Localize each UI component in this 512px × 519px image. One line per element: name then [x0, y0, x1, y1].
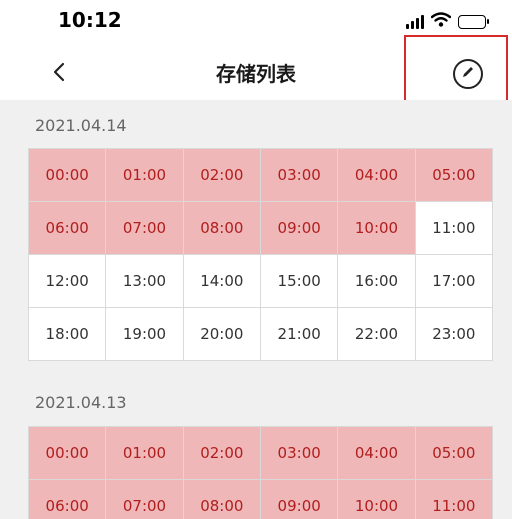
hour-grid: 00:00 01:00 02:00 03:00 04:00 05:00 06:00 07:00…	[28, 148, 493, 361]
hour-slot[interactable]: 03:00	[261, 149, 339, 202]
date-label: 2021.04.13	[35, 393, 127, 412]
battery-icon	[458, 14, 489, 29]
hour-slot[interactable]: 00:00	[29, 427, 107, 480]
hour-slot[interactable]: 09:00	[261, 202, 339, 255]
signal-icon	[406, 14, 424, 29]
hour-slot[interactable]: 07:00	[106, 202, 184, 255]
hour-slot[interactable]: 20:00	[183, 308, 261, 361]
status-time: 10:12	[58, 8, 122, 32]
hour-slot[interactable]: 05:00	[415, 149, 493, 202]
hour-slot[interactable]: 06:00	[29, 202, 107, 255]
hour-slot[interactable]: 17:00	[415, 255, 493, 308]
hour-slot[interactable]: 10:00	[338, 480, 416, 519]
hour-slot[interactable]: 00:00	[29, 149, 107, 202]
hour-slot[interactable]: 07:00	[106, 480, 184, 519]
hour-slot[interactable]: 21:00	[261, 308, 339, 361]
hour-slot[interactable]: 23:00	[415, 308, 493, 361]
hour-slot[interactable]: 10:00	[338, 202, 416, 255]
edit-button[interactable]	[453, 59, 483, 89]
hour-slot[interactable]: 13:00	[106, 255, 184, 308]
page-title: 存储列表	[216, 62, 296, 86]
hour-slot[interactable]: 03:00	[261, 427, 339, 480]
hour-slot[interactable]: 02:00	[183, 149, 261, 202]
hour-slot[interactable]: 04:00	[338, 427, 416, 480]
hour-slot[interactable]: 04:00	[338, 149, 416, 202]
hour-slot[interactable]: 18:00	[29, 308, 107, 361]
storage-list: 2021.04.14 00:00 01:00 02:00 03:00 04:00 05:0…	[0, 100, 512, 519]
date-label: 2021.04.14	[35, 116, 127, 135]
hour-slot[interactable]: 08:00	[183, 480, 261, 519]
wifi-icon	[430, 12, 452, 31]
hour-slot[interactable]: 05:00	[415, 427, 493, 480]
hour-slot[interactable]: 09:00	[261, 480, 339, 519]
status-bar: 10:12	[0, 0, 512, 44]
status-icons	[406, 12, 489, 31]
hour-slot[interactable]: 12:00	[29, 255, 107, 308]
hour-slot[interactable]: 15:00	[261, 255, 339, 308]
nav-bar: 存储列表	[0, 44, 512, 100]
hour-slot[interactable]: 22:00	[338, 308, 416, 361]
hour-slot[interactable]: 11:00	[415, 202, 493, 255]
hour-slot[interactable]: 08:00	[183, 202, 261, 255]
hour-slot[interactable]: 06:00	[29, 480, 107, 519]
hour-slot[interactable]: 11:00	[415, 480, 493, 519]
hour-slot[interactable]: 19:00	[106, 308, 184, 361]
hour-slot[interactable]: 16:00	[338, 255, 416, 308]
hour-slot[interactable]: 14:00	[183, 255, 261, 308]
hour-grid: 00:00 01:00 02:00 03:00 04:00 05:00 06:00 07:00…	[28, 426, 493, 519]
hour-slot[interactable]: 02:00	[183, 427, 261, 480]
hour-slot[interactable]: 01:00	[106, 427, 184, 480]
pencil-icon	[460, 64, 476, 84]
hour-slot[interactable]: 01:00	[106, 149, 184, 202]
